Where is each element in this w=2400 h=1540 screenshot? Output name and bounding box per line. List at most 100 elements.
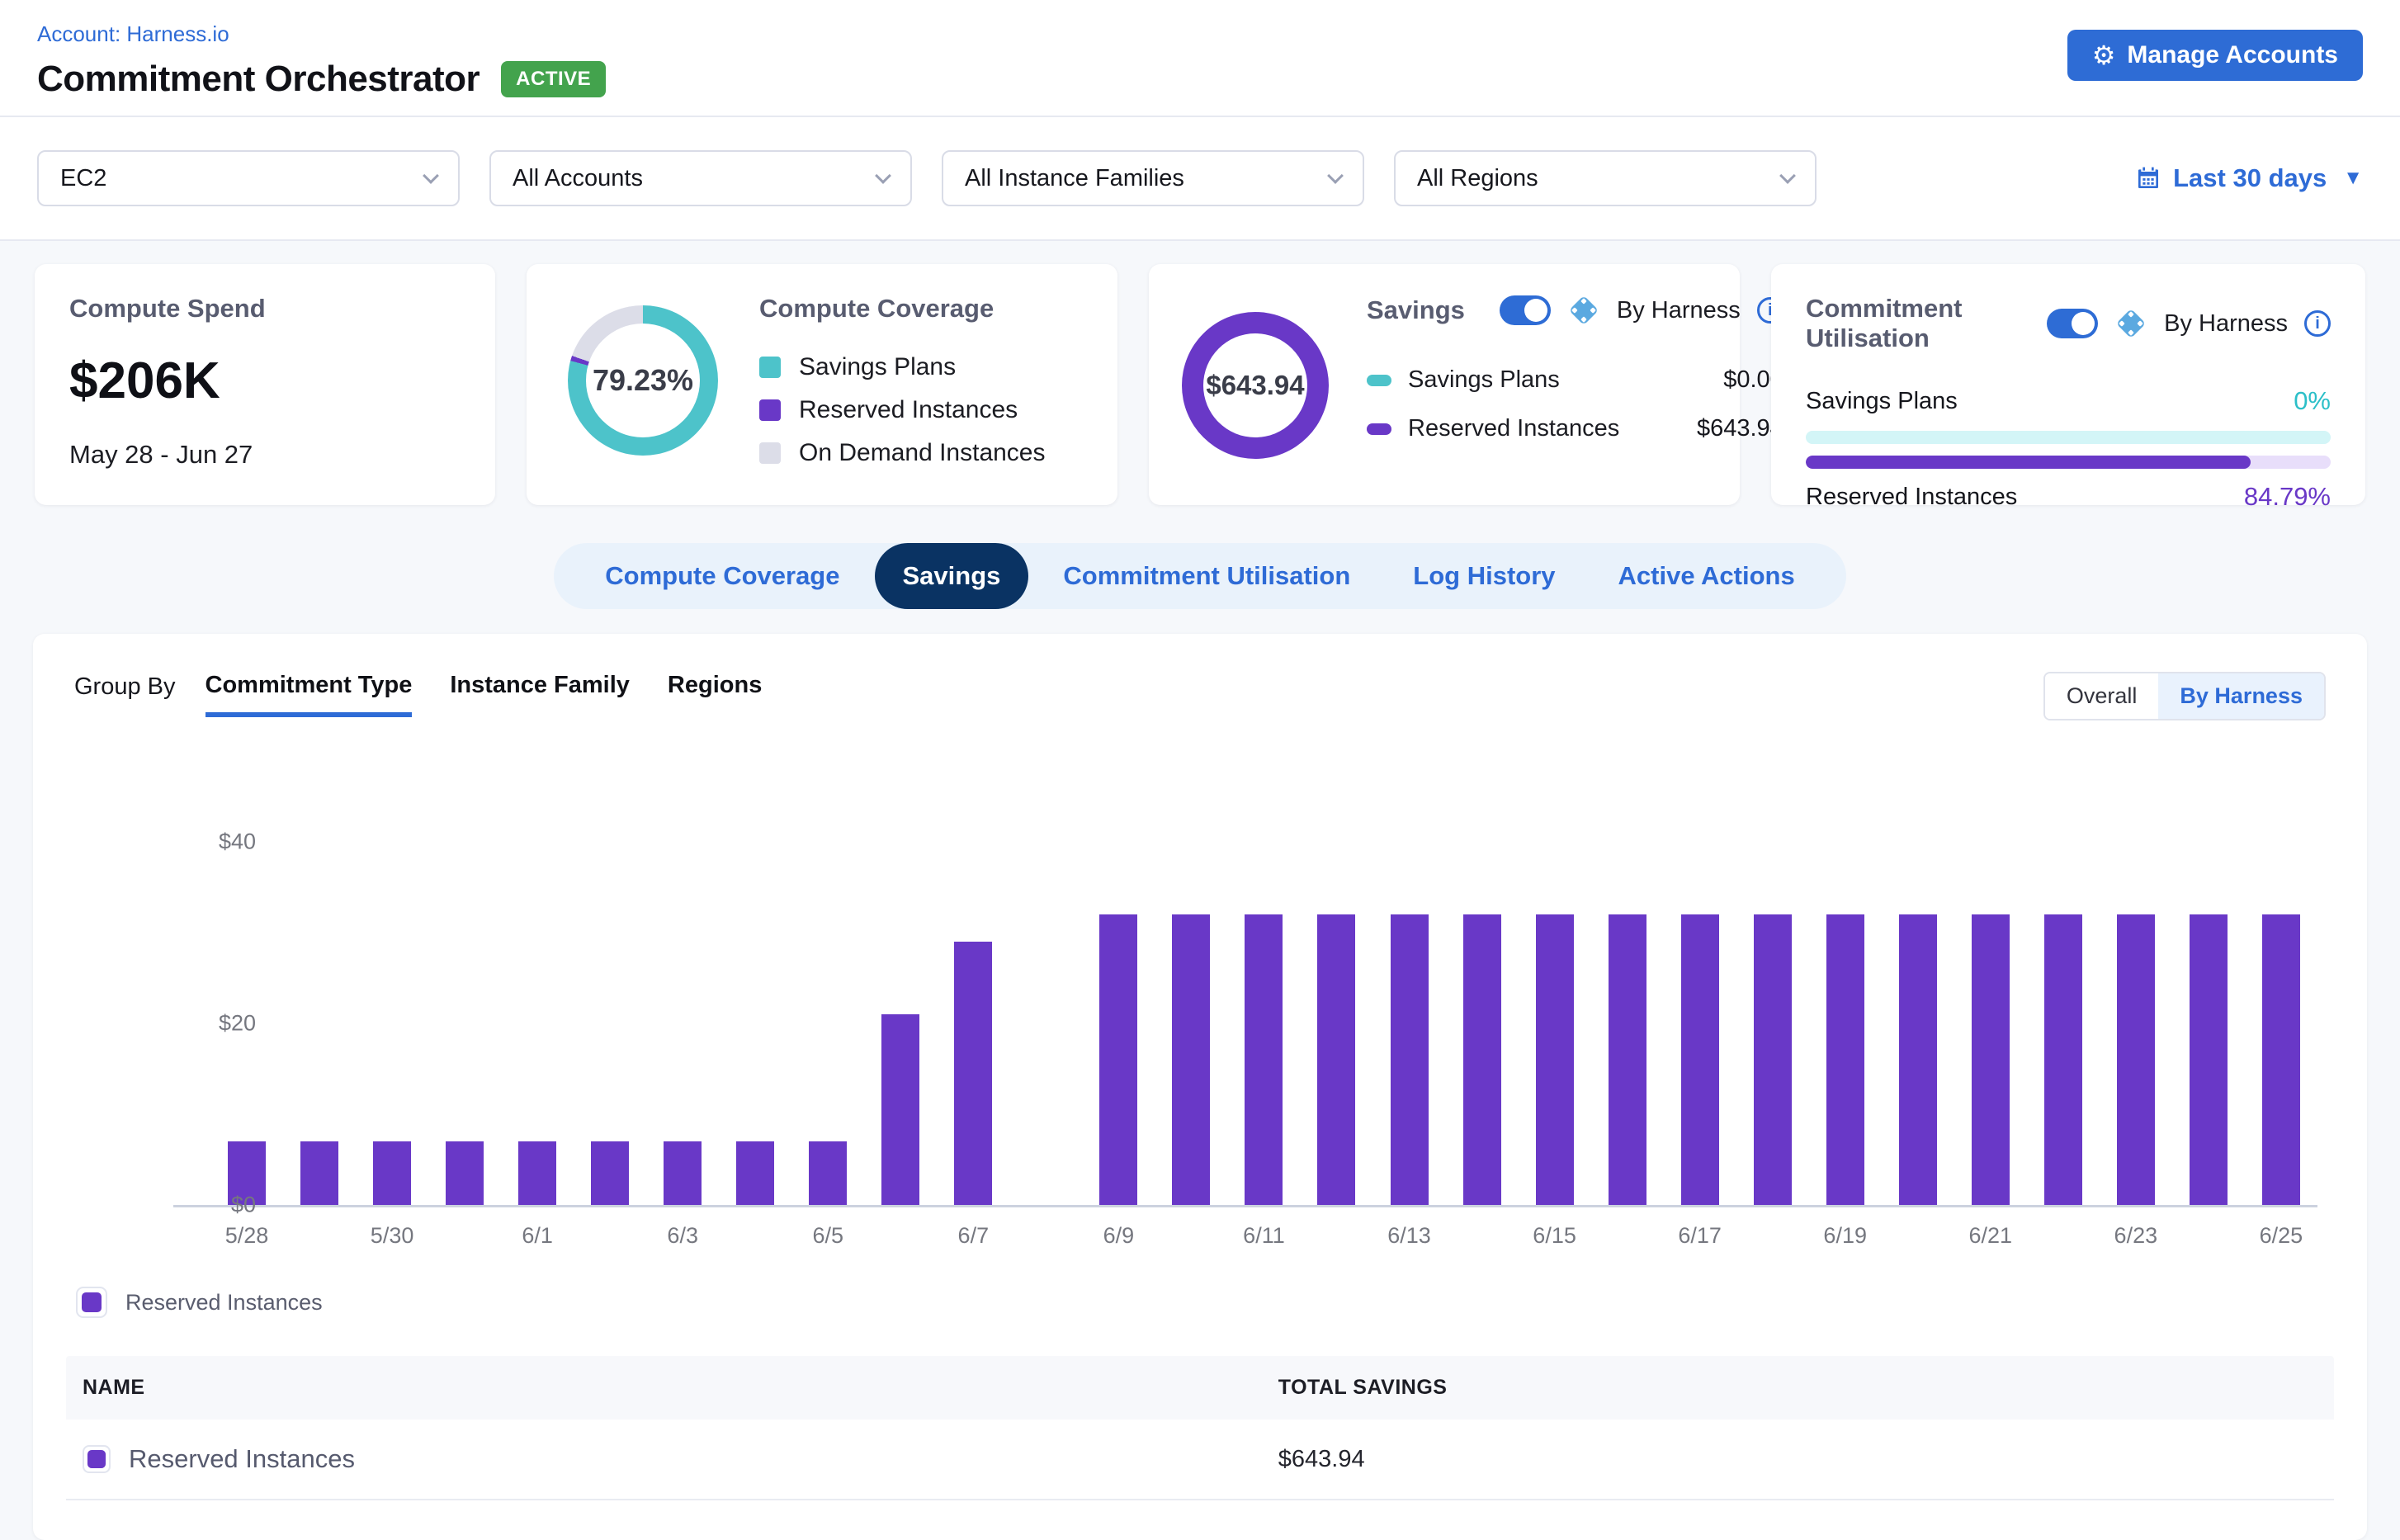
accounts-select[interactable]: All Accounts [489,150,912,206]
filter-bar: EC2 All Accounts All Instance Families A… [0,117,2400,241]
chevron-down-icon [1327,168,1344,184]
account-breadcrumb-link[interactable]: Account: Harness.io [37,21,229,47]
bar-slot-6/22 [2027,820,2100,1205]
bar-6/22[interactable] [2044,914,2082,1205]
bar-slot-6/18 [1736,820,1809,1205]
bar-slot-6/8 [1009,820,1082,1205]
table-header: NAME TOTAL SAVINGS [66,1356,2334,1420]
table-row[interactable]: Reserved Instances $643.94 [66,1420,2334,1500]
utilisation-savings-plans-percent: 0% [2294,386,2331,416]
bar-slot-6/7: 6/7 [937,820,1009,1205]
bar-6/18[interactable] [1754,914,1792,1205]
x-axis-tick: 6/15 [1533,1223,1576,1249]
tab-savings[interactable]: Savings [875,543,1029,609]
bar-6/16[interactable] [1609,914,1646,1205]
commitment-utilisation-title: Commitment Utilisation [1806,294,2009,353]
regions-select[interactable]: All Regions [1394,150,1817,206]
compute-coverage-title: Compute Coverage [759,294,1046,324]
by-harness-label: By Harness [1617,297,1741,324]
bar-6/4[interactable] [736,1141,774,1205]
page-title: Commitment Orchestrator [37,59,480,100]
view-toggle-by-harness[interactable]: By Harness [2158,673,2324,719]
x-axis-tick: 6/11 [1243,1223,1285,1249]
x-axis-tick: 5/30 [371,1223,414,1249]
bar-6/25[interactable] [2262,914,2300,1205]
group-by-instance-family[interactable]: Instance Family [450,672,630,712]
bar-slot-6/4 [719,820,791,1205]
bar-6/3[interactable] [664,1141,702,1205]
group-by-commitment-type[interactable]: Commitment Type [206,672,413,717]
tab-commitment-utilisation[interactable]: Commitment Utilisation [1035,561,1378,591]
bar-6/24[interactable] [2190,914,2228,1205]
summary-cards-row: Compute Spend $206K May 28 - Jun 27 79.2… [0,241,2400,525]
reserved-instances-pill [1367,423,1391,435]
x-axis-tick: 6/9 [1103,1223,1135,1249]
utilisation-by-harness-toggle[interactable] [2047,309,2098,338]
bar-slot-6/16 [1591,820,1664,1205]
bar-5/31[interactable] [446,1141,484,1205]
view-toggle-overall[interactable]: Overall [2045,673,2159,719]
bar-6/15[interactable] [1536,914,1574,1205]
column-header-name: NAME [83,1376,1278,1400]
bar-6/12[interactable] [1317,914,1355,1205]
instance-families-select[interactable]: All Instance Families [942,150,1364,206]
gear-icon: ⚙ [2092,42,2116,68]
app-header: Account: Harness.io Commitment Orchestra… [0,0,2400,117]
bar-6/7[interactable] [954,942,992,1205]
bar-6/10[interactable] [1172,914,1210,1205]
bar-6/13[interactable] [1391,914,1429,1205]
compute-coverage-percent: 79.23% [593,363,693,398]
bar-6/21[interactable] [1972,914,2010,1205]
accounts-select-value: All Accounts [513,165,643,192]
savings-bar-chart: 5/285/306/16/36/56/76/96/116/136/156/176… [173,820,2317,1207]
x-axis-tick: 6/17 [1678,1223,1722,1249]
row-label: Savings Plans [1408,366,1560,394]
bar-6/17[interactable] [1681,914,1719,1205]
bar-slot-6/17: 6/17 [1664,820,1736,1205]
bar-6/6[interactable] [881,1014,919,1205]
bar-6/9[interactable] [1099,914,1137,1205]
compute-spend-title: Compute Spend [69,294,461,324]
bar-6/20[interactable] [1899,914,1937,1205]
chevron-down-icon [875,168,891,184]
y-axis-tick: $20 [157,1011,256,1037]
bar-6/23[interactable] [2117,914,2155,1205]
row-label: Reserved Instances [1408,415,1619,442]
tab-log-history[interactable]: Log History [1385,561,1583,591]
date-range-picker[interactable]: Last 30 days ▼ [2135,163,2363,193]
legend-item-on-demand: On Demand Instances [759,439,1046,467]
bar-6/1[interactable] [518,1141,556,1205]
caret-down-icon: ▼ [2343,167,2363,190]
bar-6/5[interactable] [809,1141,847,1205]
service-select[interactable]: EC2 [37,150,460,206]
tab-compute-coverage[interactable]: Compute Coverage [577,561,867,591]
compute-spend-card: Compute Spend $206K May 28 - Jun 27 [35,264,495,505]
group-by-regions[interactable]: Regions [668,672,762,712]
compute-spend-value: $206K [69,352,461,410]
bar-slot-6/13: 6/13 [1373,820,1446,1205]
row-swatch [83,1445,111,1473]
info-icon[interactable]: i [2304,310,2331,337]
bar-5/30[interactable] [373,1141,411,1205]
row-name: Reserved Instances [129,1444,355,1474]
bar-slot-6/25: 6/25 [2245,820,2317,1205]
bar-6/14[interactable] [1463,914,1501,1205]
bar-slot-5/30: 5/30 [356,820,428,1205]
reserved-instances-legend-swatch[interactable] [76,1287,107,1318]
bar-slot-6/3: 6/3 [646,820,719,1205]
tab-active-actions[interactable]: Active Actions [1590,561,1823,591]
tabs-row: Compute Coverage Savings Commitment Util… [0,525,2400,634]
manage-accounts-button[interactable]: ⚙ Manage Accounts [2067,30,2363,81]
legend-label: On Demand Instances [799,439,1046,467]
bar-6/2[interactable] [591,1141,629,1205]
bar-6/19[interactable] [1826,914,1864,1205]
by-harness-label: By Harness [2164,310,2288,338]
utilisation-savings-plans-label: Savings Plans [1806,388,1958,415]
bar-5/29[interactable] [300,1141,338,1205]
utilisation-reserved-instances-percent: 84.79% [2244,482,2331,512]
bar-6/11[interactable] [1245,914,1283,1205]
manage-accounts-label: Manage Accounts [2127,41,2338,69]
bar-slot-5/31 [428,820,501,1205]
bar-slot-6/1: 6/1 [501,820,574,1205]
savings-by-harness-toggle[interactable] [1500,295,1551,325]
